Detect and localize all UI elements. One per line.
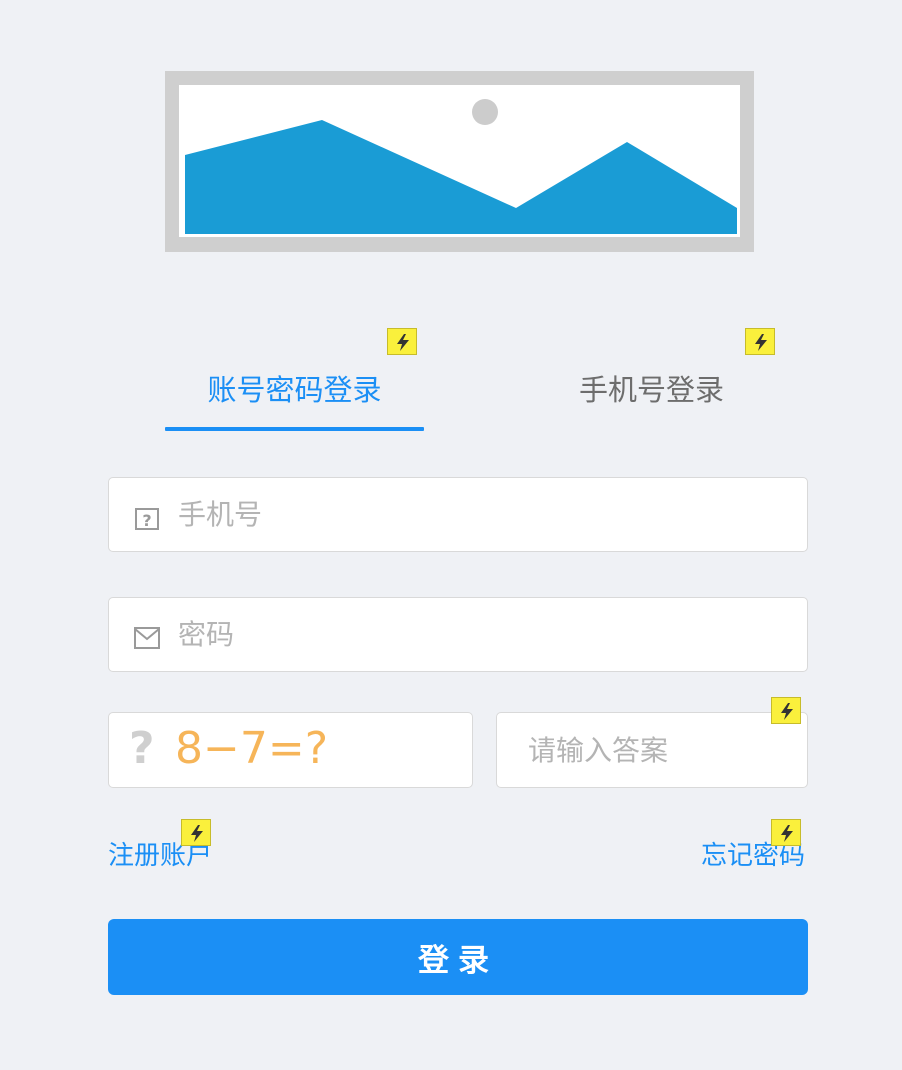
question-mark-icon: ? <box>129 723 155 774</box>
phone-field[interactable]: ? <box>108 477 808 552</box>
lightning-icon <box>771 819 801 846</box>
mail-icon <box>133 624 161 656</box>
lightning-icon <box>181 819 211 846</box>
password-input[interactable] <box>176 598 787 671</box>
phone-input[interactable] <box>176 478 787 551</box>
captcha-expression: 8−7=? <box>175 723 329 774</box>
captcha-answer-field[interactable] <box>496 712 808 788</box>
tab-account-password-login[interactable]: 账号密码登录 <box>165 360 424 420</box>
question-box-icon: ? <box>133 504 161 536</box>
logo-image-placeholder-icon <box>165 71 754 252</box>
captcha-box: ? 8−7=? <box>108 712 473 788</box>
password-field[interactable] <box>108 597 808 672</box>
svg-text:?: ? <box>142 511 151 530</box>
login-button[interactable]: 登录 <box>108 919 808 995</box>
lightning-icon <box>387 328 417 355</box>
captcha-answer-input[interactable] <box>526 713 793 787</box>
lightning-icon <box>745 328 775 355</box>
lightning-icon <box>771 697 801 724</box>
tab-phone-login[interactable]: 手机号登录 <box>522 360 781 420</box>
active-tab-indicator <box>165 427 424 431</box>
